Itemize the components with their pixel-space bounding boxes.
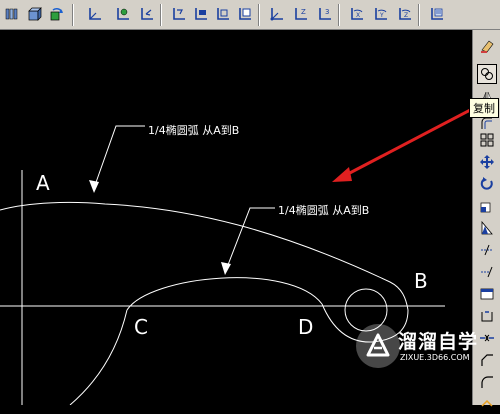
red-pointer-arrow-head bbox=[332, 167, 352, 182]
break-icon[interactable] bbox=[477, 284, 497, 304]
ucs-y-icon[interactable]: Y bbox=[370, 4, 390, 24]
svg-text:3: 3 bbox=[325, 8, 329, 16]
rotate-icon[interactable] bbox=[477, 174, 497, 194]
join-icon[interactable] bbox=[477, 328, 497, 348]
array-icon[interactable] bbox=[477, 130, 497, 150]
annotation-text-2: 1/4椭圆弧 从A到B bbox=[278, 203, 369, 217]
svg-text:X: X bbox=[356, 12, 360, 19]
ucs-face-icon[interactable] bbox=[212, 4, 232, 24]
copy-tooltip: 复制 bbox=[469, 98, 499, 118]
svg-text:Z: Z bbox=[404, 12, 408, 19]
svg-text:Y: Y bbox=[379, 12, 384, 19]
ucs-previous-icon[interactable] bbox=[136, 4, 156, 24]
extend-icon[interactable] bbox=[477, 262, 497, 282]
ucs-apply-icon[interactable] bbox=[426, 4, 446, 24]
ucs-x-icon[interactable]: X bbox=[346, 4, 366, 24]
stretch-icon[interactable] bbox=[477, 218, 497, 238]
ucs-origin-icon[interactable] bbox=[266, 4, 286, 24]
watermark-url: ZIXUE.3D66.COM bbox=[400, 353, 470, 362]
ucs-z-icon[interactable]: Z bbox=[394, 4, 414, 24]
leader-arrow-1 bbox=[89, 180, 99, 193]
ucs-z-axis-icon[interactable]: Z bbox=[290, 4, 310, 24]
box-3d-icon[interactable] bbox=[24, 4, 44, 24]
leader-arrow-2 bbox=[221, 262, 231, 275]
break-point-icon[interactable] bbox=[477, 306, 497, 326]
scale-icon[interactable] bbox=[477, 196, 497, 216]
ucs-toolbar: Z 3 X Y Z bbox=[0, 0, 500, 30]
ucs-object-icon[interactable] bbox=[190, 4, 210, 24]
svg-text:Z: Z bbox=[301, 8, 306, 16]
move-icon[interactable] bbox=[477, 152, 497, 172]
point-label-c: C bbox=[134, 315, 148, 339]
ucs-view-icon[interactable] bbox=[234, 4, 254, 24]
ucs-world-icon[interactable] bbox=[168, 4, 188, 24]
watermark-logo-icon bbox=[356, 324, 400, 368]
ucs-named-icon[interactable] bbox=[112, 4, 132, 24]
leader-line-2 bbox=[225, 207, 275, 271]
left-fillet-curve bbox=[69, 309, 128, 406]
upper-ellipse-arc bbox=[0, 201, 409, 311]
leader-line-1 bbox=[93, 125, 145, 189]
trim-icon[interactable] bbox=[477, 240, 497, 260]
watermark-title: 溜溜自学 bbox=[398, 331, 479, 353]
view-3d-icon[interactable] bbox=[2, 4, 22, 24]
annotation-text-1: 1/4椭圆弧 从A到B bbox=[148, 123, 239, 137]
copy-icon[interactable] bbox=[477, 64, 497, 84]
ucs-icon[interactable] bbox=[84, 4, 104, 24]
erase-icon[interactable] bbox=[477, 36, 497, 56]
red-pointer-arrow-line bbox=[343, 106, 475, 178]
ucs-3point-icon[interactable]: 3 bbox=[314, 4, 334, 24]
lower-ellipse-arc bbox=[126, 277, 323, 311]
point-label-d: D bbox=[298, 315, 313, 339]
point-label-a: A bbox=[36, 171, 50, 195]
fillet-icon[interactable] bbox=[477, 372, 497, 392]
rotate-3d-icon[interactable] bbox=[46, 4, 66, 24]
point-label-b: B bbox=[414, 269, 428, 293]
explode-icon[interactable] bbox=[477, 394, 497, 414]
chamfer-icon[interactable] bbox=[477, 350, 497, 370]
